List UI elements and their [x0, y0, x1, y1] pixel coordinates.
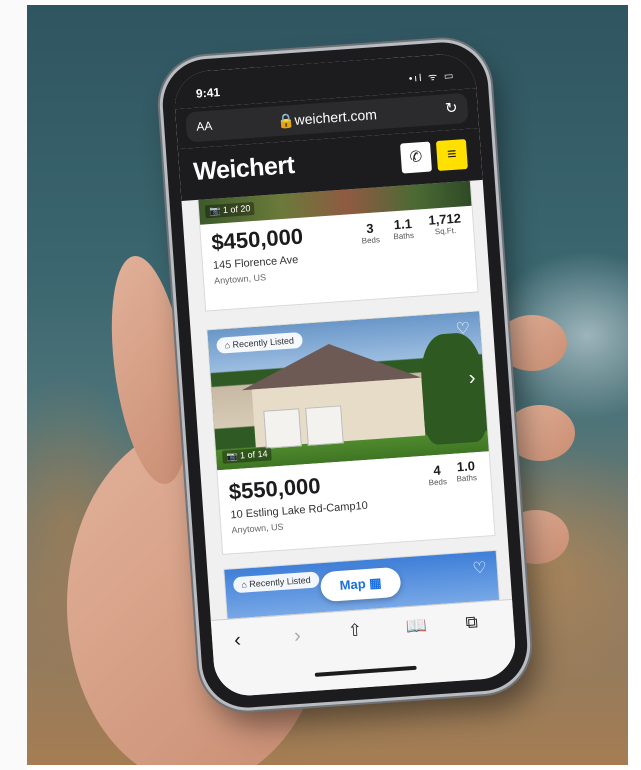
reload-icon[interactable]: ↻: [444, 99, 459, 118]
favorite-heart-icon[interactable]: ♡: [455, 318, 471, 339]
tabs-icon[interactable]: ⧉: [465, 612, 479, 633]
listing-photo[interactable]: ⌂ Recently Listed ♡ › 📷 1 of 14: [207, 311, 489, 471]
sqft-stat: 1,712 Sq.Ft.: [427, 210, 462, 237]
phone-screen: 9:41 •ıl ᯤ ▭ AA 🔒weichert.com ↻ Weichert…: [172, 52, 518, 698]
phone-button[interactable]: ✆: [399, 141, 433, 174]
beds-stat: 4 Beds: [428, 462, 448, 488]
lock-icon: 🔒: [276, 111, 296, 130]
listing-price: $550,000: [227, 473, 322, 505]
map-icon: ▦: [368, 574, 383, 591]
listing-city: Anytown, US: [231, 521, 284, 536]
forward-icon[interactable]: ›: [293, 625, 301, 648]
listing-address: 145 Florence Ave: [212, 253, 299, 272]
recently-listed-badge: ⌂ Recently Listed: [232, 571, 320, 594]
garage-door: [263, 408, 302, 449]
smartphone: 9:41 •ıl ᯤ ▭ AA 🔒weichert.com ↻ Weichert…: [159, 39, 531, 711]
bookmarks-icon[interactable]: 📖: [405, 616, 428, 637]
garage-door: [305, 405, 344, 446]
home-icon: ⌂: [241, 579, 248, 590]
url-text: 🔒weichert.com: [276, 106, 378, 130]
baths-stat: 1.1 Baths: [393, 215, 415, 242]
listing-city: Anytown, US: [213, 272, 267, 286]
share-icon[interactable]: ⇧: [347, 620, 363, 641]
phone-wrapper: 9:41 •ıl ᯤ ▭ AA 🔒weichert.com ↻ Weichert…: [0, 0, 641, 770]
menu-icon: ≡: [446, 145, 458, 164]
status-time: 9:41: [195, 85, 221, 101]
home-icon: ⌂: [224, 339, 231, 351]
photo-count: 📷 1 of 20: [204, 201, 255, 219]
favorite-heart-icon[interactable]: ♡: [472, 558, 488, 579]
listing-card[interactable]: 📷 1 of 20 $450,000 145 Florence Ave Anyt…: [196, 179, 479, 312]
photo-count: 📷 1 of 14: [221, 447, 273, 464]
status-icons: •ıl ᯤ ▭: [408, 70, 456, 85]
listing-card[interactable]: ⌂ Recently Listed ♡ › 📷 1 of 14 $550,000…: [206, 310, 496, 556]
beds-stat: 3 Beds: [361, 220, 381, 246]
baths-stat: 1.0 Baths: [456, 458, 478, 484]
phone-icon: ✆: [409, 148, 423, 166]
tree: [418, 331, 488, 446]
listing-price: $450,000: [210, 223, 304, 255]
menu-button[interactable]: ≡: [435, 138, 468, 172]
weichert-logo[interactable]: Weichert: [192, 151, 295, 187]
map-button[interactable]: Map ▦: [319, 566, 402, 603]
back-icon[interactable]: ‹: [233, 629, 241, 652]
